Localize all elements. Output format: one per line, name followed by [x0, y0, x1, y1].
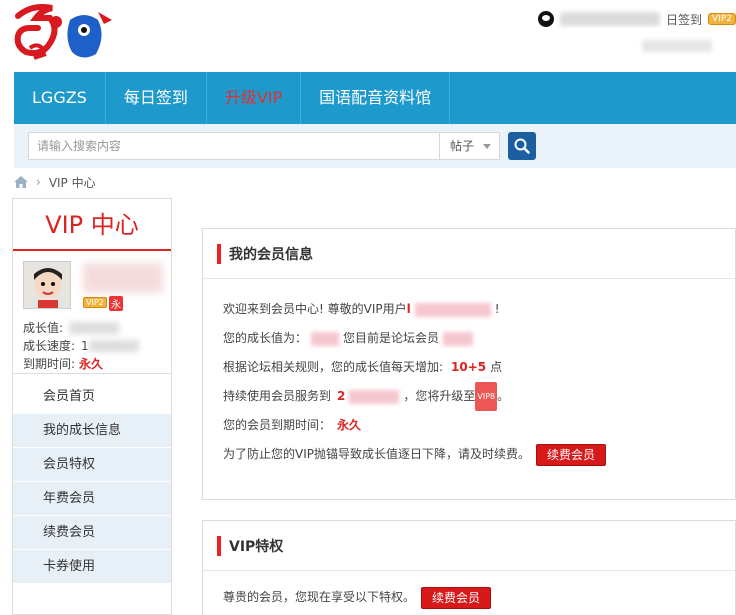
vip8-badge: VIP8: [475, 382, 498, 411]
renew-line: 为了防止您的VIP抛锚导致成长值逐日下降，请及时续费。 续费会员: [223, 440, 735, 469]
breadcrumb-current: VIP 中心: [48, 175, 96, 190]
welcome-line: 欢迎来到会员中心! 尊敬的VIP用户 l !: [223, 295, 735, 324]
welcome-suffix: !: [494, 302, 500, 316]
nav-item-daily-checkin[interactable]: 每日签到: [106, 72, 207, 124]
search-input[interactable]: 请输入搜索内容: [28, 132, 440, 160]
vip-level-badge: VIP2: [708, 13, 736, 25]
search-type-value: 帖子: [450, 139, 475, 153]
sidebar-item-annual-member[interactable]: 年费会员: [13, 482, 171, 516]
permanent-badge: 永: [109, 296, 123, 311]
site-logo[interactable]: [12, 2, 122, 68]
expire-prefix: 您的会员到期时间：: [223, 418, 332, 432]
username-redacted: [560, 12, 661, 26]
nav-item-upgrade-vip[interactable]: 升级VIP: [207, 72, 302, 124]
member-level-redacted: [443, 331, 474, 346]
profile-card: VIP2 永: [13, 251, 171, 319]
profile-name-redacted: [83, 263, 163, 293]
growth-line: 您的成长值为： 您目前是论坛会员: [223, 324, 735, 353]
welcome-username-initial: l: [406, 302, 411, 316]
privileges-line: 尊贵的会员，您现在享受以下特权。 续费会员: [223, 583, 735, 612]
search-bar: 请输入搜索内容 帖子: [14, 124, 736, 168]
continue-line: 持续使用会员服务到 2 ，您将升级至 VIP8 。: [223, 382, 735, 411]
continue-suffix: ，您将升级至: [403, 389, 476, 403]
growth-stats: 成长值: 成长速度: 1 到期时间: 永久: [13, 319, 171, 374]
panel-header: VIP特权: [203, 521, 735, 571]
avatar-image: [24, 262, 70, 308]
sidebar: VIP 中心 VIP2 永 成长值: 成长速度: 1 到期时间: 永久 会员首页…: [12, 198, 172, 615]
expire-value: 永久: [337, 418, 362, 432]
top-user-bar: 日签到 VIP2: [538, 6, 736, 32]
vip-level-badge: VIP2: [83, 297, 107, 308]
growth-value-row: 成长值:: [23, 319, 161, 337]
qq-penguin-icon: [538, 11, 555, 27]
welcome-prefix: 欢迎来到会员中心! 尊敬的VIP用户: [223, 302, 407, 316]
speed-value: 1: [81, 339, 89, 353]
search-type-select[interactable]: 帖子: [440, 132, 500, 160]
growth-speed-row: 成长速度: 1: [23, 337, 161, 355]
checkin-link[interactable]: 日签到: [666, 11, 702, 28]
continue-prefix: 持续使用会员服务到: [223, 389, 332, 403]
header: 日签到 VIP2: [0, 0, 736, 72]
sidebar-item-renew-member[interactable]: 续费会员: [13, 516, 171, 550]
renew-note: 为了防止您的VIP抛锚导致成长值逐日下降，请及时续费。: [223, 447, 530, 461]
panel-title: VIP特权: [229, 538, 284, 555]
rule-prefix: 根据论坛相关规则，您的成长值每天增加:: [223, 360, 444, 374]
expire-label: 到期时间:: [23, 357, 76, 371]
speed-label: 成长速度:: [23, 339, 76, 353]
renew-member-button[interactable]: 续费会员: [421, 586, 492, 609]
panel-body: 欢迎来到会员中心! 尊敬的VIP用户 l ! 您的成长值为： 您目前是论坛会员 …: [203, 279, 735, 469]
panel-title: 我的会员信息: [229, 246, 313, 263]
top-points-redacted: [642, 40, 712, 52]
growth-value-redacted: [311, 331, 340, 346]
welcome-username-redacted: [414, 302, 491, 317]
panel-header: 我的会员信息: [203, 229, 735, 279]
growth-prefix: 您的成长值为：: [223, 331, 308, 345]
vip-privileges-panel: VIP特权 尊贵的会员，您现在享受以下特权。 续费会员: [202, 520, 736, 615]
growth-value-redacted: [69, 322, 120, 334]
nav-item-lggzs[interactable]: LGGZS: [14, 72, 106, 124]
expire-row: 到期时间: 永久: [23, 355, 161, 373]
privileges-text: 尊贵的会员，您现在享受以下特权。: [223, 590, 416, 604]
panel-accent-bar: [217, 243, 221, 264]
search-icon: [514, 138, 530, 154]
nav-item-dubbing-archive[interactable]: 国语配音资料馆: [301, 72, 451, 124]
search-button[interactable]: [508, 132, 536, 160]
rule-value: 10+5: [451, 360, 487, 374]
speed-value-redacted: [88, 340, 139, 352]
renew-member-button[interactable]: 续费会员: [536, 443, 607, 466]
rule-unit: 点: [490, 360, 503, 374]
sidebar-item-coupon[interactable]: 卡券使用: [13, 550, 171, 584]
home-icon[interactable]: [14, 176, 28, 188]
rule-line: 根据论坛相关规则，您的成长值每天增加: 10+5 点: [223, 353, 735, 382]
sidebar-item-privileges[interactable]: 会员特权: [13, 448, 171, 482]
avatar[interactable]: [23, 261, 71, 309]
expire-value: 永久: [79, 357, 104, 371]
sidebar-title: VIP 中心: [13, 199, 171, 251]
sidebar-item-growth-info[interactable]: 我的成长信息: [13, 414, 171, 448]
growth-suffix: 您目前是论坛会员: [343, 331, 440, 345]
breadcrumb: › VIP 中心: [14, 172, 96, 192]
chevron-down-icon: [483, 144, 491, 149]
main-nav: LGGZS 每日签到 升级VIP 国语配音资料馆: [14, 72, 736, 124]
panel-accent-bar: [217, 535, 221, 556]
continue-date-initial: 2: [337, 389, 346, 403]
growth-label: 成长值:: [23, 321, 64, 335]
sidebar-menu: 会员首页 我的成长信息 会员特权 年费会员 续费会员 卡券使用: [13, 380, 171, 584]
continue-end: 。: [497, 389, 510, 403]
panel-body: 尊贵的会员，您现在享受以下特权。 续费会员: [203, 571, 735, 612]
sidebar-item-member-home[interactable]: 会员首页: [13, 380, 171, 414]
breadcrumb-separator: ›: [36, 175, 41, 189]
continue-date-redacted: [349, 389, 400, 404]
member-info-panel: 我的会员信息 欢迎来到会员中心! 尊敬的VIP用户 l ! 您的成长值为： 您目…: [202, 228, 736, 500]
expire-line: 您的会员到期时间： 永久: [223, 411, 735, 440]
